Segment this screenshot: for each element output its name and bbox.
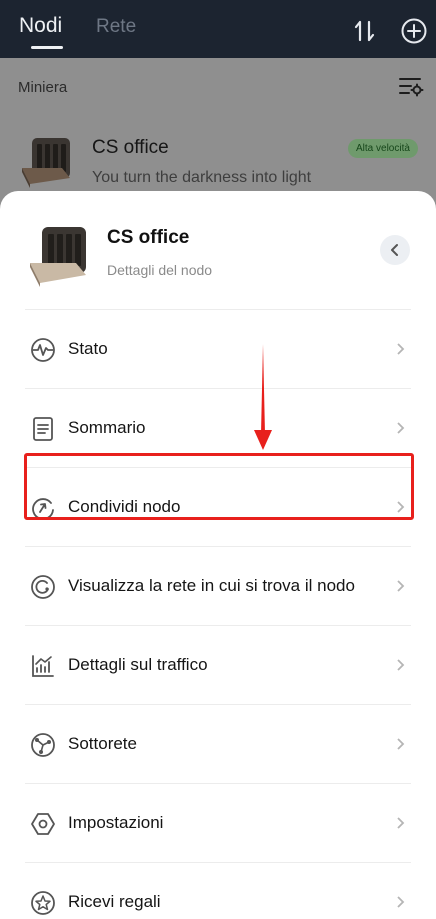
menu-item-label: Dettagli sul traffico (68, 655, 208, 674)
menu-item-sottorete[interactable]: Sottorete (25, 704, 411, 782)
document-icon (33, 417, 53, 441)
chevron-right-icon (397, 659, 405, 671)
tab-rete[interactable]: Rete (96, 16, 136, 38)
chevron-right-icon (397, 422, 405, 434)
status-badge: Alta velocità (348, 139, 418, 158)
active-tab-indicator (31, 46, 63, 49)
sort-icon[interactable] (352, 18, 378, 44)
highlight-box (24, 453, 414, 520)
menu-item-label: Impostazioni (68, 813, 164, 832)
node-device-image (22, 138, 70, 188)
menu-item-impostazioni[interactable]: Impostazioni (25, 783, 411, 861)
node-details-sheet: CS office Dettagli del nodo Stato Sommar… (0, 191, 436, 919)
menu-item-label: Ricevi regali (68, 892, 161, 911)
chevron-left-icon (391, 244, 398, 256)
gift-star-icon (31, 891, 55, 915)
menu-item-label: Stato (68, 339, 108, 358)
add-icon[interactable] (400, 17, 428, 45)
chevron-right-icon (397, 580, 405, 592)
chevron-right-icon (397, 343, 405, 355)
menu-item-visualizza-rete[interactable]: Visualizza la rete in cui si trova il no… (25, 546, 411, 624)
menu-item-label: Visualizza la rete in cui si trova il no… (68, 576, 355, 595)
tab-nodi[interactable]: Nodi (19, 14, 62, 38)
traffic-chart-icon (32, 655, 54, 677)
sheet-subtitle: Dettagli del nodo (107, 262, 213, 278)
menu-item-dettagli-traffico[interactable]: Dettagli sul traffico (25, 625, 411, 703)
subnet-icon (31, 733, 55, 757)
chevron-right-icon (397, 896, 405, 908)
chevron-right-icon (397, 817, 405, 829)
annotation-arrow (254, 344, 272, 450)
menu-item-ricevi-regali[interactable]: Ricevi regali (25, 862, 411, 919)
top-bar: Nodi Rete (0, 0, 436, 58)
pulse-icon (31, 338, 55, 362)
menu-item-label: Sommario (68, 418, 146, 437)
menu-item-label: Sottorete (68, 734, 137, 753)
node-name: CS office (92, 137, 169, 158)
filter-settings-icon[interactable] (398, 74, 424, 98)
sheet-title: CS office (107, 227, 190, 248)
node-device-image (30, 227, 86, 287)
section-title: Miniera (18, 79, 68, 96)
network-view-icon (31, 575, 55, 599)
back-button[interactable] (380, 235, 410, 265)
chevron-right-icon (397, 738, 405, 750)
node-subtitle: You turn the darkness into light (92, 169, 312, 186)
settings-icon (31, 813, 55, 835)
menu-item-stato[interactable]: Stato (25, 309, 411, 387)
